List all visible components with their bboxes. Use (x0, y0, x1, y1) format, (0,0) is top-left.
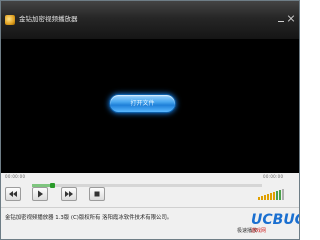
close-button[interactable] (287, 15, 295, 23)
window-title: 金钻加密视频播放器 (19, 15, 78, 23)
status-right: 极速播放 UCBUG 游戏网 (237, 212, 299, 236)
stop-button[interactable] (89, 187, 105, 201)
title-bar[interactable]: 金钻加密视频播放器 (1, 1, 299, 39)
timeline: 00:00:00 00:00:00 (1, 173, 299, 183)
minimize-button[interactable] (277, 15, 285, 23)
volume-bars-icon[interactable] (257, 188, 285, 200)
rewind-button[interactable] (5, 187, 21, 201)
total-time: 00:00:00 (263, 174, 284, 179)
progress-handle[interactable] (50, 183, 56, 188)
control-bar (1, 183, 299, 207)
status-bar: 金钻加密视频播放器 1.3版 (C)版权所有 洛阳霞冰软件技术有限公司。 极速播… (1, 207, 299, 239)
rewind-icon (9, 191, 17, 197)
open-file-button[interactable]: 打开文件 (109, 94, 176, 113)
video-area[interactable]: 打开文件 (1, 39, 299, 173)
elapsed-time: 00:00:00 (5, 174, 26, 179)
play-button[interactable] (32, 187, 48, 201)
play-icon (38, 190, 43, 198)
fast-forward-icon (65, 191, 73, 197)
watermark-logo: UCBUG (251, 212, 299, 228)
watermark-sub: 游戏网 (251, 228, 267, 234)
copyright-text: 金钻加密视频播放器 1.3版 (C)版权所有 洛阳霞冰软件技术有限公司。 (5, 215, 173, 221)
fast-forward-button[interactable] (61, 187, 77, 201)
player-window: 金钻加密视频播放器 打开文件 00:00:00 00:00:00 金钻加密视频播… (0, 0, 300, 240)
stop-icon (94, 191, 100, 197)
app-logo-icon (5, 15, 15, 25)
